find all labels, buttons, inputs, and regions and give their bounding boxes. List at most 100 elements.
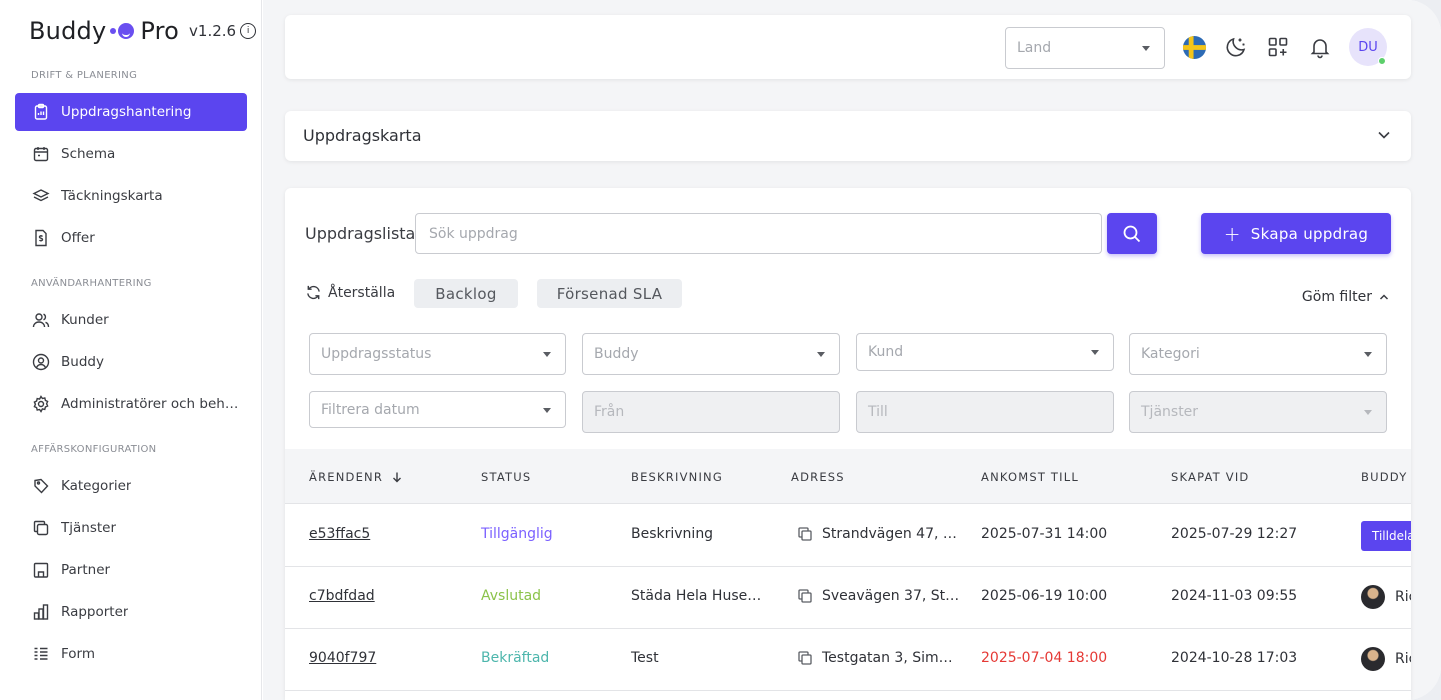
info-icon[interactable]: i <box>240 23 257 39</box>
map-panel-title: Uppdragskarta <box>303 126 422 145</box>
sidebar-item-label: Offer <box>61 230 95 246</box>
sidebar-item-label: Buddy <box>61 354 104 370</box>
sidebar-item-label: Form <box>61 646 96 662</box>
section-label-anvandare: ANVÄNDARHANTERING <box>31 278 152 289</box>
map-panel[interactable]: Uppdragskarta <box>285 111 1411 161</box>
avatar <box>1361 585 1385 609</box>
from-date-field[interactable]: Från <box>582 391 840 433</box>
sidebar-item-kategorier[interactable]: Kategorier <box>15 467 247 505</box>
assignment-id-link[interactable]: 9040f797 <box>309 650 376 666</box>
reset-label: Återställa <box>328 284 396 301</box>
sidebar-item-label: Kategorier <box>61 478 132 494</box>
assignment-id-link[interactable]: e53ffac5 <box>309 526 370 542</box>
reset-button[interactable]: Återställa <box>305 284 395 301</box>
chevron-down-icon <box>1364 352 1372 357</box>
chip-label: Backlog <box>435 284 497 303</box>
sidebar-item-administratorer[interactable]: Administratörer och beh… <box>15 385 247 423</box>
sidebar-item-label: Rapporter <box>61 604 129 620</box>
create-assignment-button[interactable]: + Skapa uppdrag <box>1201 213 1391 254</box>
hide-filter-label: Göm filter <box>1301 289 1372 305</box>
assign-buddy-button[interactable]: Tilldela <box>1361 521 1411 551</box>
table-row[interactable]: c7bdfdad Avslutad Städa Hela Huse… Sveav… <box>285 567 1411 629</box>
copy-icon[interactable] <box>797 588 813 604</box>
to-date-field[interactable]: Till <box>856 391 1114 433</box>
sidebar-item-uppdragshantering[interactable]: Uppdragshantering <box>15 93 247 131</box>
copy-icon[interactable] <box>797 650 813 666</box>
brand-name-left: Buddy <box>29 17 107 45</box>
arrival-cell: 2025-06-19 10:00 <box>981 588 1108 604</box>
sidebar-item-rapporter[interactable]: Rapporter <box>15 593 247 631</box>
hide-filter-toggle[interactable]: Göm filter <box>1302 289 1389 305</box>
sidebar-item-partner[interactable]: Partner <box>15 551 247 589</box>
sidebar-item-tjanster[interactable]: Tjänster <box>15 509 247 547</box>
bell-icon[interactable] <box>1307 34 1333 60</box>
list-icon <box>34 647 48 660</box>
dollar-document-icon <box>35 229 47 247</box>
sidebar-item-tackningskarta[interactable]: Täckningskarta <box>15 177 247 215</box>
chevron-down-icon <box>817 352 825 357</box>
address-text: Testgatan 3, Sim… <box>822 650 953 666</box>
column-header-description: BESKRIVNING <box>631 470 723 484</box>
status-badge: Tillgänglig <box>481 526 553 542</box>
search-icon <box>1123 225 1141 242</box>
status-filter[interactable]: Uppdragsstatus <box>309 333 566 375</box>
chevron-down-icon <box>1364 410 1372 415</box>
building-icon <box>33 562 49 578</box>
buddy-name: Ric <box>1395 589 1411 605</box>
section-label-drift: DRIFT & PLANERING <box>31 70 138 81</box>
sidebar-item-label: Administratörer och beh… <box>61 396 239 412</box>
sidebar-item-form[interactable]: Form <box>15 635 247 673</box>
assignment-id-link[interactable]: c7bdfdad <box>309 588 375 604</box>
sidebar-item-label: Tjänster <box>61 520 117 536</box>
date-filter[interactable]: Filtrera datum <box>309 391 566 428</box>
country-select[interactable]: Land <box>1005 27 1165 69</box>
copy-icon[interactable] <box>797 526 813 542</box>
moon-icon[interactable] <box>1223 34 1249 60</box>
description-cell: Städa Hela Huse… <box>631 588 762 604</box>
from-date-placeholder: Från <box>594 404 625 420</box>
gear-icon <box>33 395 49 413</box>
sidebar-item-buddy[interactable]: Buddy <box>15 343 247 381</box>
table-row[interactable]: e53ffac5 Tillgänglig Beskrivning Strandv… <box>285 505 1411 567</box>
avatar <box>1361 647 1385 671</box>
arrow-down-icon <box>393 472 402 483</box>
sidebar-item-label: Täckningskarta <box>61 188 163 204</box>
address-cell: Testgatan 3, Sim… <box>797 650 953 666</box>
search-button[interactable] <box>1107 213 1157 254</box>
status-badge: Bekräftad <box>481 650 550 666</box>
sidebar-item-label: Uppdragshantering <box>61 104 192 120</box>
sidebar-item-kunder[interactable]: Kunder <box>15 301 247 339</box>
sidebar-item-offer[interactable]: Offer <box>15 219 247 257</box>
chip-forsenad-sla[interactable]: Försenad SLA <box>537 279 682 308</box>
chip-backlog[interactable]: Backlog <box>414 279 518 308</box>
sidebar-item-label: Kunder <box>61 312 109 328</box>
brand[interactable]: Buddy Pro v1.2.6 i <box>29 14 257 48</box>
chevron-down-icon[interactable] <box>1377 128 1391 142</box>
sweden-flag-icon[interactable] <box>1181 34 1207 60</box>
search-input[interactable]: Sök uppdrag <box>415 213 1102 254</box>
services-filter[interactable]: Tjänster <box>1129 391 1387 433</box>
sidebar-item-schema[interactable]: Schema <box>15 135 247 173</box>
user-avatar[interactable]: DU <box>1349 28 1387 66</box>
sidebar-item-label: Schema <box>61 146 116 162</box>
table-row[interactable]: 9040f797 Bekräftad Test Testgatan 3, Sim… <box>285 629 1411 691</box>
apps-add-icon[interactable] <box>1265 34 1291 60</box>
address-text: Sveavägen 37, St… <box>822 588 960 604</box>
buddy-cell[interactable]: Ric <box>1361 585 1411 609</box>
column-header-status: STATUS <box>481 470 532 484</box>
category-filter-placeholder: Kategori <box>1141 346 1200 362</box>
list-title: Uppdragslista <box>305 224 416 243</box>
section-label-affar: AFFÄRSKONFIGURATION <box>31 444 157 455</box>
buddy-filter-placeholder: Buddy <box>594 346 639 362</box>
customer-filter[interactable]: Kund <box>856 333 1114 371</box>
buddy-cell[interactable]: Ric <box>1361 647 1411 671</box>
arrival-cell-overdue: 2025-07-04 18:00 <box>981 650 1108 666</box>
sidebar: Buddy Pro v1.2.6 i DRIFT & PLANERING Upp… <box>0 0 262 700</box>
description-cell: Beskrivning <box>631 526 714 542</box>
category-filter[interactable]: Kategori <box>1129 333 1387 375</box>
app-version: v1.2.6 <box>189 22 237 40</box>
column-header-id[interactable]: ÄRENDENR <box>309 470 403 484</box>
buddy-filter[interactable]: Buddy <box>582 333 840 375</box>
arrival-cell: 2025-07-31 14:00 <box>981 526 1108 542</box>
address-text: Strandvägen 47, … <box>822 526 957 542</box>
